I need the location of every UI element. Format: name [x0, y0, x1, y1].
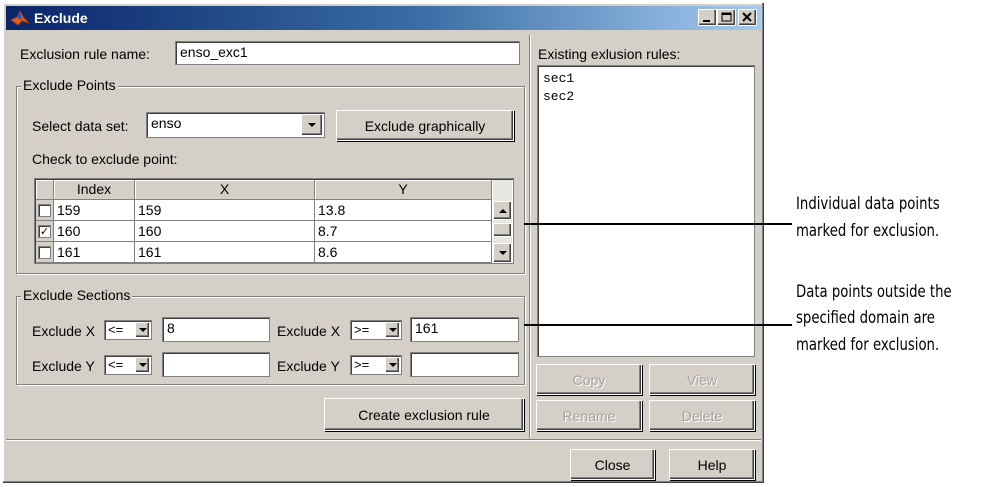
matlab-logo-icon: [10, 10, 30, 26]
existing-rules-label: Existing exlusion rules:: [538, 46, 681, 62]
maximize-button[interactable]: [717, 9, 736, 26]
column-header-x[interactable]: X: [135, 180, 315, 200]
callout-domain-line2: specified domain are: [796, 308, 935, 328]
cell-x: 161: [135, 242, 315, 263]
column-header-y[interactable]: Y: [315, 180, 492, 200]
dataset-value: enso: [151, 115, 182, 131]
exclude-x-high-label: Exclude X: [277, 323, 341, 339]
x-high-value-input[interactable]: 161: [410, 317, 519, 342]
minimize-icon: [703, 20, 710, 22]
arrow-up-icon: [498, 208, 507, 213]
rule-name-label: Exclusion rule name:: [20, 46, 150, 62]
list-item[interactable]: sec1: [543, 70, 749, 88]
exclude-y-low-label: Exclude Y: [32, 358, 95, 374]
close-button[interactable]: Close: [570, 449, 655, 480]
cell-x: 160: [135, 221, 315, 242]
exclude-checkbox[interactable]: ✓: [38, 224, 51, 238]
callout-points-line2: marked for exclusion.: [796, 221, 940, 241]
y-low-operator-dropdown[interactable]: [135, 357, 150, 373]
y-high-operator-dropdown[interactable]: [385, 357, 400, 373]
dataset-label: Select data set:: [32, 118, 129, 134]
exclude-x-low-label: Exclude X: [32, 323, 96, 339]
y-low-value-input[interactable]: [162, 352, 270, 377]
minimize-button[interactable]: [698, 9, 717, 26]
x-high-operator-value: >=: [354, 322, 370, 337]
callout-points-line1: Individual data points: [796, 194, 940, 214]
help-button[interactable]: Help: [669, 449, 755, 480]
rename-button[interactable]: Rename: [536, 400, 642, 431]
x-low-value-input[interactable]: 8: [162, 317, 270, 342]
chevron-down-icon: [138, 328, 147, 332]
cell-x: 159: [135, 200, 315, 221]
exclude-points-title: Exclude Points: [21, 77, 118, 93]
points-table[interactable]: Index X Y 159 159 13.8 ✓ 160 160 8.7 161…: [34, 178, 514, 264]
list-item[interactable]: sec2: [543, 88, 749, 106]
y-high-value-input[interactable]: [410, 352, 519, 377]
title-bar[interactable]: Exclude: [6, 6, 761, 30]
exclude-y-high-label: Exclude Y: [277, 358, 340, 374]
arrow-down-icon: [498, 251, 507, 255]
exclude-checkbox[interactable]: [38, 245, 51, 259]
scroll-up-button[interactable]: [493, 201, 512, 220]
exclude-sections-title: Exclude Sections: [21, 287, 133, 303]
x-high-operator-select[interactable]: >=: [350, 320, 402, 340]
chevron-down-icon: [388, 363, 397, 367]
rule-name-input[interactable]: enso_exc1: [175, 41, 520, 65]
window-title: Exclude: [34, 10, 88, 26]
view-button[interactable]: View: [649, 364, 755, 395]
cell-y: 8.7: [315, 221, 492, 242]
chevron-down-icon: [388, 328, 397, 332]
y-low-operator-value: <=: [108, 357, 124, 372]
close-icon: [742, 12, 752, 22]
callout-line-points: [524, 223, 792, 225]
delete-button[interactable]: Delete: [649, 400, 755, 431]
y-high-operator-select[interactable]: >=: [350, 355, 402, 375]
exclude-graphically-button[interactable]: Exclude graphically: [336, 110, 514, 141]
column-header-index[interactable]: Index: [54, 180, 135, 200]
dataset-dropdown-button[interactable]: [301, 114, 323, 136]
callout-line-domain: [524, 324, 792, 326]
x-high-operator-dropdown[interactable]: [385, 322, 400, 338]
close-window-button[interactable]: [738, 9, 757, 26]
row-checkbox-cell: ✓: [36, 221, 54, 242]
exclude-checkbox[interactable]: [38, 203, 51, 217]
table-row: ✓ 160 160 8.7: [36, 221, 492, 242]
table-header: Index X Y: [36, 180, 492, 200]
exclude-dialog: Exclude Exclusion rule name: enso_exc1 E…: [2, 2, 765, 484]
callout-domain-line3: marked for exclusion.: [796, 335, 940, 355]
existing-rules-list[interactable]: sec1 sec2: [537, 65, 755, 357]
create-exclusion-rule-button[interactable]: Create exclusion rule: [324, 398, 524, 431]
panel-divider-highlight: [530, 35, 531, 438]
row-checkbox-cell: [36, 200, 54, 221]
scroll-down-button[interactable]: [493, 243, 512, 263]
y-low-operator-select[interactable]: <=: [104, 355, 152, 375]
scroll-thumb[interactable]: [493, 223, 512, 237]
cell-index: 161: [54, 242, 135, 263]
copy-button[interactable]: Copy: [536, 364, 642, 395]
footer-separator-highlight: [6, 440, 761, 441]
table-corner: [36, 180, 54, 200]
cell-index: 159: [54, 200, 135, 221]
dataset-select[interactable]: enso: [146, 112, 325, 138]
cell-index: 160: [54, 221, 135, 242]
callout-domain-line1: Data points outside the: [796, 282, 952, 302]
x-low-operator-dropdown[interactable]: [135, 322, 150, 338]
table-row: 159 159 13.8: [36, 200, 492, 221]
table-scrollbar[interactable]: [493, 180, 512, 263]
x-low-operator-value: <=: [108, 322, 124, 337]
x-low-operator-select[interactable]: <=: [104, 320, 152, 340]
chevron-down-icon: [308, 123, 316, 127]
row-checkbox-cell: [36, 242, 54, 263]
cell-y: 8.6: [315, 242, 492, 263]
check-exclude-label: Check to exclude point:: [32, 151, 178, 167]
chevron-down-icon: [138, 363, 147, 367]
maximize-icon: [721, 12, 732, 22]
y-high-operator-value: >=: [354, 357, 370, 372]
cell-y: 13.8: [315, 200, 492, 221]
table-row: 161 161 8.6: [36, 242, 492, 263]
